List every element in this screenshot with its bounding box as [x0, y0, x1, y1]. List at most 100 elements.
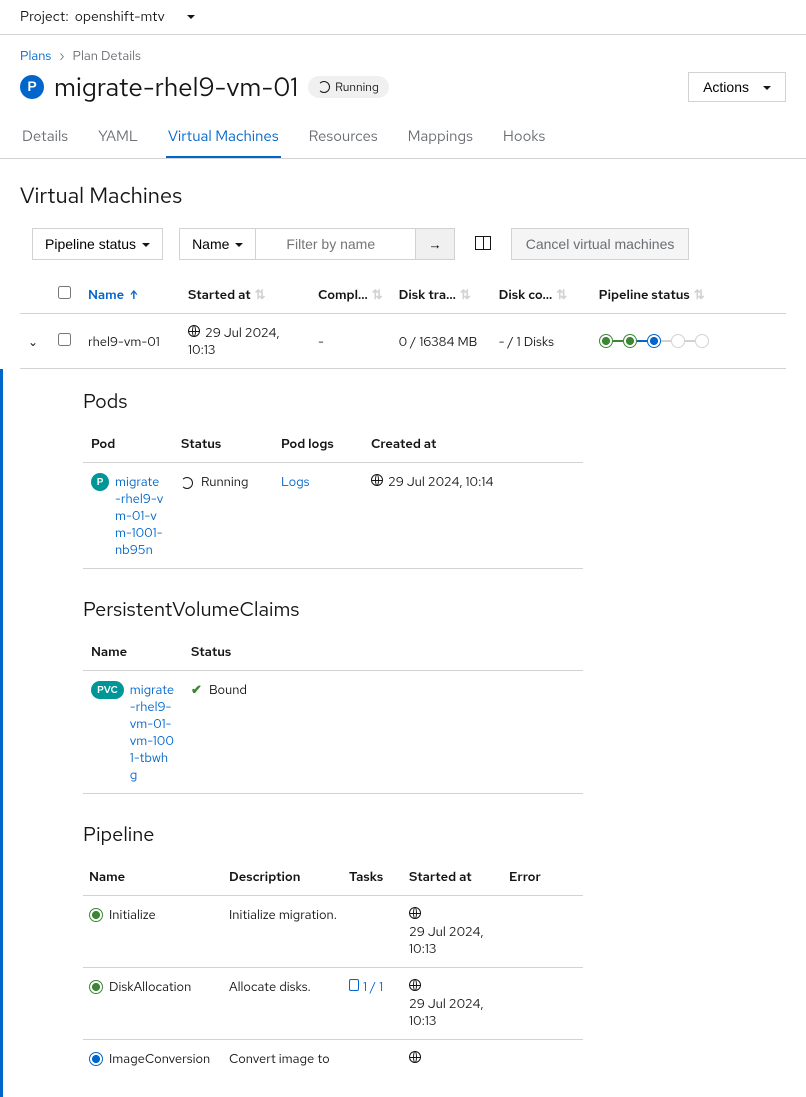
- globe-icon: [409, 979, 421, 991]
- pod-name-link[interactable]: migrate-rhel9-vm-01-vm-1001-nb95n: [115, 473, 165, 558]
- breadcrumb-plans-link[interactable]: Plans: [20, 47, 51, 64]
- pipeline-table: Name Description Tasks Started at Error …: [83, 858, 583, 1077]
- pl-col-name: Name: [83, 858, 223, 896]
- pvc-name-link[interactable]: migrate-rhel9-vm-01-vm-1001-tbwhg: [130, 681, 175, 783]
- pipeline-step-dot-icon: [623, 334, 637, 348]
- pvc-title: PersistentVolumeClaims: [83, 597, 600, 623]
- pods-col-created: Created at: [363, 425, 583, 463]
- step-description: Allocate disks.: [223, 968, 343, 1040]
- pods-table: Pod Status Pod logs Created at P migrate…: [83, 425, 583, 569]
- project-selector[interactable]: Project: openshift-mtv: [0, 0, 806, 35]
- pipeline-connector-icon: [661, 340, 671, 342]
- col-disk-transfer[interactable]: Disk tra...: [399, 286, 456, 303]
- tasks-link[interactable]: 1 / 1: [363, 978, 383, 995]
- pvc-badge-icon: PVC: [91, 681, 124, 699]
- pvc-col-name: Name: [83, 633, 183, 671]
- tab-details[interactable]: Details: [20, 116, 70, 158]
- sort-asc-icon: ↑: [130, 287, 138, 303]
- plan-badge-icon: P: [20, 75, 44, 99]
- step-description: Initialize migration.: [223, 896, 343, 968]
- cancel-vms-button[interactable]: Cancel virtual machines: [511, 228, 690, 260]
- pipeline-status-dots: [599, 334, 778, 348]
- filter-type-dropdown[interactable]: Pipeline status: [32, 228, 163, 260]
- caret-down-icon: [229, 236, 243, 252]
- tab-mappings[interactable]: Mappings: [406, 116, 475, 158]
- step-tasks: [343, 896, 403, 968]
- project-value: openshift-mtv: [75, 8, 165, 26]
- pod-badge-icon: P: [91, 473, 109, 491]
- select-all-checkbox[interactable]: [58, 286, 71, 299]
- pods-col-pod: Pod: [83, 425, 173, 463]
- tab-resources[interactable]: Resources: [307, 116, 380, 158]
- col-name[interactable]: Name: [88, 286, 124, 303]
- arrow-right-icon: →: [428, 237, 441, 252]
- col-started[interactable]: Started at: [188, 286, 251, 303]
- project-label: Project:: [20, 8, 69, 26]
- sort-icon: ⇅: [694, 286, 705, 303]
- breadcrumb-separator-icon: [59, 47, 64, 64]
- pod-status-cell: Running: [173, 463, 273, 569]
- sync-icon: [318, 81, 330, 93]
- columns-icon: [475, 236, 491, 250]
- status-text: Running: [335, 79, 379, 95]
- pod-created-cell: 29 Jul 2024, 10:14: [363, 463, 583, 569]
- globe-icon: [371, 474, 383, 486]
- tabs-nav: Details YAML Virtual Machines Resources …: [0, 116, 806, 159]
- pipeline-step-dot-icon: [599, 334, 613, 348]
- actions-dropdown[interactable]: Actions: [688, 72, 786, 102]
- table-row: P migrate-rhel9-vm-01-vm-1001-nb95n Runn…: [83, 463, 583, 569]
- pipeline-step-dot-icon: [671, 334, 685, 348]
- col-pipeline[interactable]: Pipeline status: [599, 286, 690, 303]
- manage-columns-button[interactable]: [471, 229, 495, 260]
- tab-hooks[interactable]: Hooks: [501, 116, 547, 158]
- pvc-status-cell: ✔ Bound: [183, 671, 583, 794]
- sort-icon: ⇅: [556, 286, 567, 303]
- sync-icon: [181, 477, 193, 489]
- table-row: ⌄ rhel9-vm-01 29 Jul 2024, 10:13 - 0 / 1…: [20, 314, 786, 369]
- step-error: [503, 1040, 583, 1078]
- step-status-icon: [89, 1052, 103, 1066]
- pods-col-status: Status: [173, 425, 273, 463]
- pvc-col-status: Status: [183, 633, 583, 671]
- tab-yaml[interactable]: YAML: [96, 116, 140, 158]
- filter-input[interactable]: [256, 228, 416, 260]
- pl-col-started: Started at: [403, 858, 503, 896]
- pod-logs-link[interactable]: Logs: [281, 473, 310, 490]
- page-header: P migrate-rhel9-vm-01 Running Actions: [0, 64, 806, 116]
- pl-col-description: Description: [223, 858, 343, 896]
- toolbar: Pipeline status Name ⌕ → Cancel virtual …: [0, 228, 806, 276]
- sort-icon: ⇅: [255, 286, 266, 303]
- sort-icon: ⇅: [460, 286, 471, 303]
- step-name: ImageConversion: [109, 1050, 210, 1067]
- tab-virtual-machines[interactable]: Virtual Machines: [166, 116, 281, 158]
- pipeline-connector-icon: [637, 340, 647, 342]
- filter-field-dropdown[interactable]: Name: [179, 228, 256, 260]
- caret-down-icon: [757, 79, 771, 95]
- step-status-icon: [89, 908, 103, 922]
- filter-submit-button[interactable]: →: [416, 228, 454, 260]
- sort-icon: ⇅: [372, 286, 383, 303]
- globe-icon: [409, 1051, 421, 1063]
- pipeline-title: Pipeline: [83, 822, 600, 848]
- section-title: Virtual Machines: [0, 159, 806, 228]
- vm-started-cell: 29 Jul 2024, 10:13: [180, 314, 310, 369]
- expand-toggle[interactable]: ⌄: [28, 334, 38, 350]
- step-tasks: [343, 1040, 403, 1078]
- actions-label: Actions: [703, 79, 749, 95]
- col-disk-count[interactable]: Disk co...: [499, 286, 553, 303]
- step-started: 29 Jul 2024, 10:13: [403, 896, 503, 968]
- globe-icon: [409, 907, 421, 919]
- breadcrumb-current: Plan Details: [73, 47, 141, 64]
- vm-name-cell: rhel9-vm-01: [80, 314, 180, 369]
- vm-pipeline-cell: [591, 314, 786, 369]
- page-title: migrate-rhel9-vm-01: [54, 70, 298, 104]
- step-description: Convert image to: [223, 1040, 343, 1078]
- col-completed[interactable]: Compl...: [318, 286, 368, 303]
- filter-type-label: Pipeline status: [45, 236, 136, 252]
- row-checkbox[interactable]: [58, 333, 71, 346]
- vm-disk-count-cell: - / 1 Disks: [491, 314, 591, 369]
- check-icon: ✔: [191, 681, 202, 698]
- status-chip: Running: [308, 76, 389, 98]
- step-name: DiskAllocation: [109, 978, 191, 995]
- step-started: [403, 1040, 503, 1078]
